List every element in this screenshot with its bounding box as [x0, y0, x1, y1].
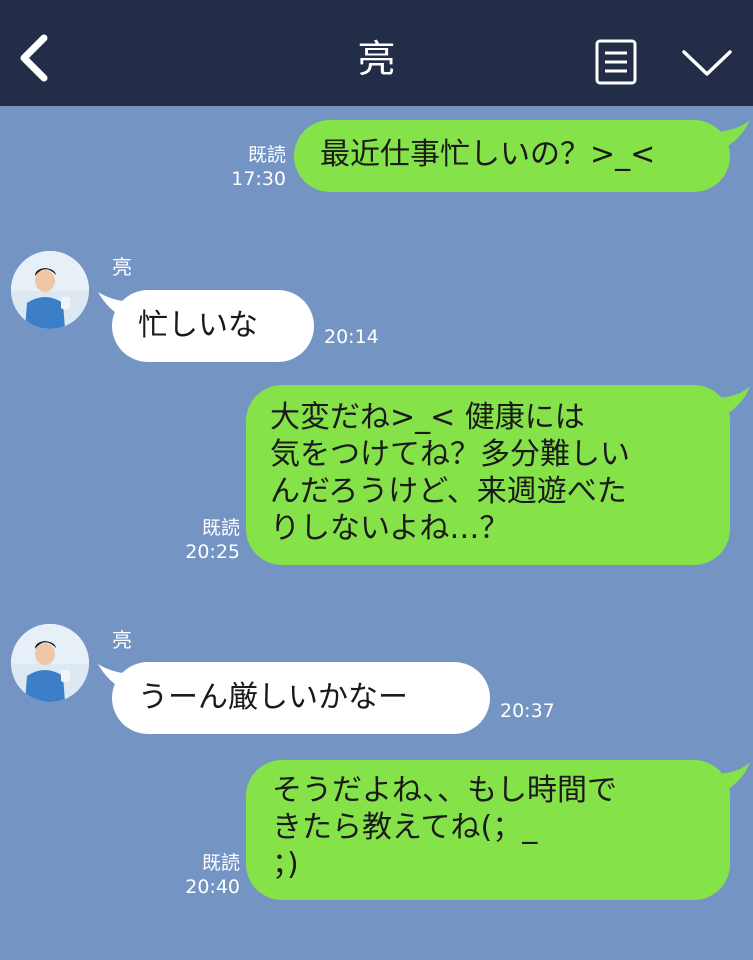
list-menu-icon: [595, 39, 637, 85]
avatar-image: [11, 251, 89, 329]
message-line: 大変だね>_< 健康には: [270, 400, 585, 435]
message-time: 20:40: [185, 876, 240, 898]
chat-header: 亮: [0, 0, 753, 106]
message-line: りしないよね…？: [270, 511, 510, 546]
read-label: 既読: [201, 517, 240, 539]
read-receipt: 既読 20:25: [172, 516, 240, 564]
message-line: そうだよね、、もし時間で: [272, 773, 617, 808]
message-bubble-incoming[interactable]: 忙しいな: [112, 290, 314, 362]
message-line: きたら教えてね(；_: [272, 810, 538, 845]
menu-button[interactable]: [594, 38, 640, 86]
chat-title: 亮: [357, 37, 396, 81]
message-bubble-outgoing[interactable]: 最近仕事忙しいの？>_<: [294, 120, 730, 192]
dropdown-button[interactable]: [680, 44, 734, 80]
read-receipt: 既読 17:30: [218, 143, 286, 191]
message-text: 忙しいな: [138, 308, 258, 343]
sender-name: 亮: [112, 628, 132, 652]
message-text: うーん厳しいかなー: [138, 680, 408, 715]
avatar[interactable]: [11, 251, 89, 329]
message-text: 最近仕事忙しいの？>_<: [320, 137, 656, 172]
avatar-image: [11, 624, 89, 702]
message-line: 気をつけてね？多分難しい: [270, 437, 630, 472]
message-time: 17:30: [231, 168, 286, 190]
sender-name: 亮: [112, 255, 132, 279]
avatar[interactable]: [11, 624, 89, 702]
message-bubble-outgoing[interactable]: そうだよね、、もし時間で きたら教えてね(；_ ；): [246, 760, 730, 900]
chevron-down-icon: [682, 50, 732, 76]
message-time: 20:37: [500, 700, 555, 722]
message-line: んだろうけど、来週遊べた: [270, 474, 627, 509]
message-bubble-incoming[interactable]: うーん厳しいかなー: [112, 662, 490, 734]
message-line: ；): [272, 847, 299, 882]
read-receipt: 既読 20:40: [172, 851, 240, 899]
message-bubble-outgoing[interactable]: 大変だね>_< 健康には 気をつけてね？多分難しい んだろうけど、来週遊べた り…: [246, 385, 730, 565]
message-time: 20:25: [185, 541, 240, 563]
read-label: 既読: [201, 852, 240, 874]
read-label: 既読: [247, 144, 286, 166]
message-time: 20:14: [324, 326, 379, 348]
